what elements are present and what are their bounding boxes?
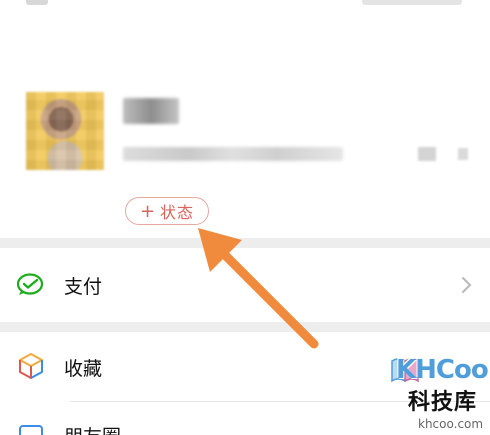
watermark: KHCoo 科技库 khcoo.com [388, 351, 490, 435]
watermark-domain: khcoo.com [418, 417, 484, 431]
watermark-chinese: 科技库 [408, 390, 478, 415]
status-bar-left [26, 0, 48, 5]
avatar[interactable] [26, 92, 104, 170]
annotation-arrow [198, 228, 319, 349]
wechat-pay-icon [16, 273, 44, 295]
moments-icon [19, 425, 43, 435]
qr-code-icon[interactable] [418, 147, 436, 161]
chevron-right-icon [462, 277, 472, 293]
plus-icon: + [139, 200, 157, 222]
profile-chevron-icon[interactable] [458, 148, 468, 160]
menu-item-pay-label: 支付 [64, 276, 103, 298]
status-button-label: 状态 [160, 203, 195, 222]
profile-name-blurred [123, 98, 179, 124]
watermark-title: KHCoo [396, 355, 489, 385]
favorites-cube-icon [19, 353, 43, 379]
menu-item-moments-label: 朋友圈 [64, 422, 121, 435]
menu-item-favorites-label: 收藏 [64, 358, 103, 380]
wechat-id-blurred [123, 147, 343, 161]
status-bar-right [362, 0, 462, 5]
